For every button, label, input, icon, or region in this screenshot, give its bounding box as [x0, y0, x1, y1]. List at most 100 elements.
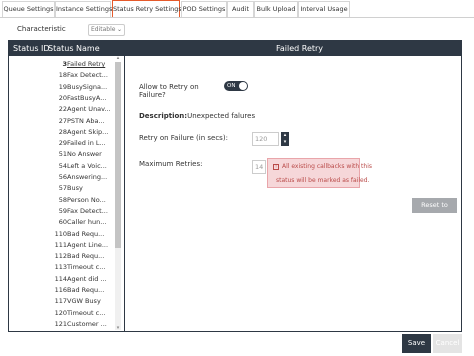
status-name: Bad Requ... [67, 286, 105, 294]
status-id: 58 [58, 195, 67, 204]
status-id: 28 [58, 127, 67, 136]
status-list-item[interactable]: 117 VGW Busy [9, 296, 113, 307]
allow-retry-label-line2: Failure? [139, 91, 166, 99]
status-list-item[interactable]: 111 Agent Line... [9, 240, 113, 251]
status-name: PSTN Aba... [67, 116, 105, 125]
allow-retry-toggle[interactable]: ON [224, 81, 248, 91]
status-list-item[interactable]: 27 PSTN Aba... [9, 116, 113, 127]
status-list-item[interactable]: 60 Caller hun... [9, 217, 113, 228]
status-name: Fax Detect... [67, 71, 108, 80]
chevron-down-icon: ⌄ [116, 26, 122, 33]
status-list-item[interactable]: 18 Fax Detect... [9, 70, 113, 81]
toggle-knob [239, 82, 247, 90]
status-name: Failed Retry [67, 60, 106, 68]
status-id: 18 [58, 71, 67, 80]
reset-to-default-button[interactable]: Reset to Default [412, 198, 457, 224]
tab-bulk-upload[interactable]: Bulk Upload [254, 1, 298, 17]
status-list-item[interactable]: 112 Bad Requ... [9, 251, 113, 262]
status-list-item[interactable]: 116 Bad Requ... [9, 285, 113, 296]
status-list-item[interactable]: 3 Failed Retry [9, 59, 113, 70]
max-retries-input[interactable]: 14 [252, 160, 266, 174]
tab-audit[interactable]: Audit [227, 1, 254, 17]
allow-retry-label: Allow to Retry on Failure? [139, 83, 199, 99]
status-name: BusySigna... [67, 82, 108, 91]
detail-title: Failed Retry [276, 44, 324, 53]
status-name-header: Status Name [48, 44, 100, 53]
status-panel: Status ID Status Name Failed Retry 3 Fail… [8, 40, 462, 332]
scrollbar[interactable] [115, 62, 121, 330]
status-list-item[interactable]: 20 FastBusyA... [9, 93, 113, 104]
tab-interval-usage[interactable]: Interval Usage [298, 1, 350, 17]
cancel-button[interactable]: Cancel [433, 334, 462, 353]
scrollbar-thumb[interactable] [115, 62, 121, 248]
status-id: 54 [58, 161, 67, 170]
status-id: 29 [58, 139, 67, 148]
status-list-item[interactable]: 59 Fax Detect... [9, 206, 113, 217]
status-id: 121 [54, 319, 67, 328]
toggle-text: ON [227, 83, 236, 89]
status-list-item[interactable]: 58 Person No... [9, 195, 113, 206]
description-value: Unexpected falures [187, 112, 256, 120]
status-name: No Answer [67, 150, 102, 159]
status-id: 59 [58, 206, 67, 215]
status-id: 117 [54, 297, 67, 306]
detail-panel: Allow to Retry on Failure? ON Descriptio… [126, 56, 461, 331]
status-list-item[interactable]: 29 Failed in L... [9, 138, 113, 149]
max-retries-label: Maximum Retries: [139, 160, 203, 168]
status-list-item[interactable]: 22 Agent Unav... [9, 104, 113, 115]
status-name: Agent did ... [67, 274, 107, 283]
allow-retry-label-line1: Allow to Retry on [139, 83, 199, 91]
status-name: Answering... [67, 173, 108, 181]
retry-secs-label: Retry on Failure (in secs): [139, 134, 228, 142]
status-name: Customer ... [67, 319, 107, 328]
status-id: 27 [58, 116, 67, 125]
status-list-item[interactable]: 54 Left a Voic... [9, 161, 113, 172]
tab-instance-settings[interactable]: Instance Settings [55, 1, 112, 17]
status-id: 22 [58, 105, 67, 114]
status-list-item[interactable]: 114 Agent did ... [9, 274, 113, 285]
status-id: 110 [54, 229, 67, 238]
warning-alert: ! All existing callbacks with this statu… [267, 158, 372, 188]
status-list-item[interactable]: 120 Timeout c... [9, 308, 113, 319]
status-name: Failed in L... [67, 139, 106, 148]
scroll-down-icon[interactable]: ▾ [115, 326, 121, 331]
status-id: 57 [58, 184, 67, 193]
status-name: Agent Skip... [67, 127, 109, 136]
retry-secs-input[interactable]: 120 [252, 132, 279, 146]
status-list-item[interactable]: 51 No Answer [9, 149, 113, 160]
status-name: Agent Unav... [67, 105, 111, 114]
table-header: Status ID Status Name Failed Retry [9, 41, 461, 56]
status-list-container: 3 Failed Retry 18 Fax Detect... 19 BusySigna.… [9, 56, 125, 331]
status-list-item[interactable]: 56 Answering... [9, 172, 113, 183]
characteristic-value: Editable [91, 26, 116, 33]
status-name: Timeout c... [67, 308, 106, 317]
status-id: 3 [62, 60, 67, 68]
status-name: Caller hun... [67, 218, 107, 227]
description-key: Description: [139, 112, 188, 120]
scroll-up-icon[interactable]: ▴ [115, 56, 121, 61]
status-list-item[interactable]: 113 Timeout c... [9, 262, 113, 273]
status-name: Timeout c... [67, 263, 106, 272]
tab-pod-settings[interactable]: POD Settings [181, 1, 227, 17]
retry-secs-decrement[interactable]: ▾ [281, 139, 289, 146]
description: Description:Unexpected falures [139, 112, 255, 120]
status-name: VGW Busy [67, 297, 101, 306]
status-name: Bad Requ... [67, 252, 105, 261]
retry-secs-increment[interactable]: ▴ [281, 132, 289, 139]
characteristic-select[interactable]: Editable ⌄ [88, 24, 125, 36]
status-name: Person No... [67, 195, 106, 204]
status-id: 51 [58, 150, 67, 159]
status-list-item[interactable]: 19 BusySigna... [9, 82, 113, 93]
status-list-item[interactable]: 110 Bad Requ... [9, 229, 113, 240]
status-list-item[interactable]: 57 Busy [9, 183, 113, 194]
tab-queue-settings[interactable]: Queue Settings [2, 1, 55, 17]
status-id: 114 [54, 274, 67, 283]
tab-status-retry-settings[interactable]: Status Retry Settings [112, 0, 182, 17]
status-id: 111 [54, 240, 67, 249]
status-name: Bad Requ... [67, 229, 105, 238]
status-name: Fax Detect... [67, 206, 108, 215]
status-list-item[interactable]: 121 Customer ... [9, 319, 113, 330]
save-button[interactable]: Save [402, 334, 431, 353]
status-list-item[interactable]: 28 Agent Skip... [9, 127, 113, 138]
status-id: 56 [58, 173, 67, 181]
